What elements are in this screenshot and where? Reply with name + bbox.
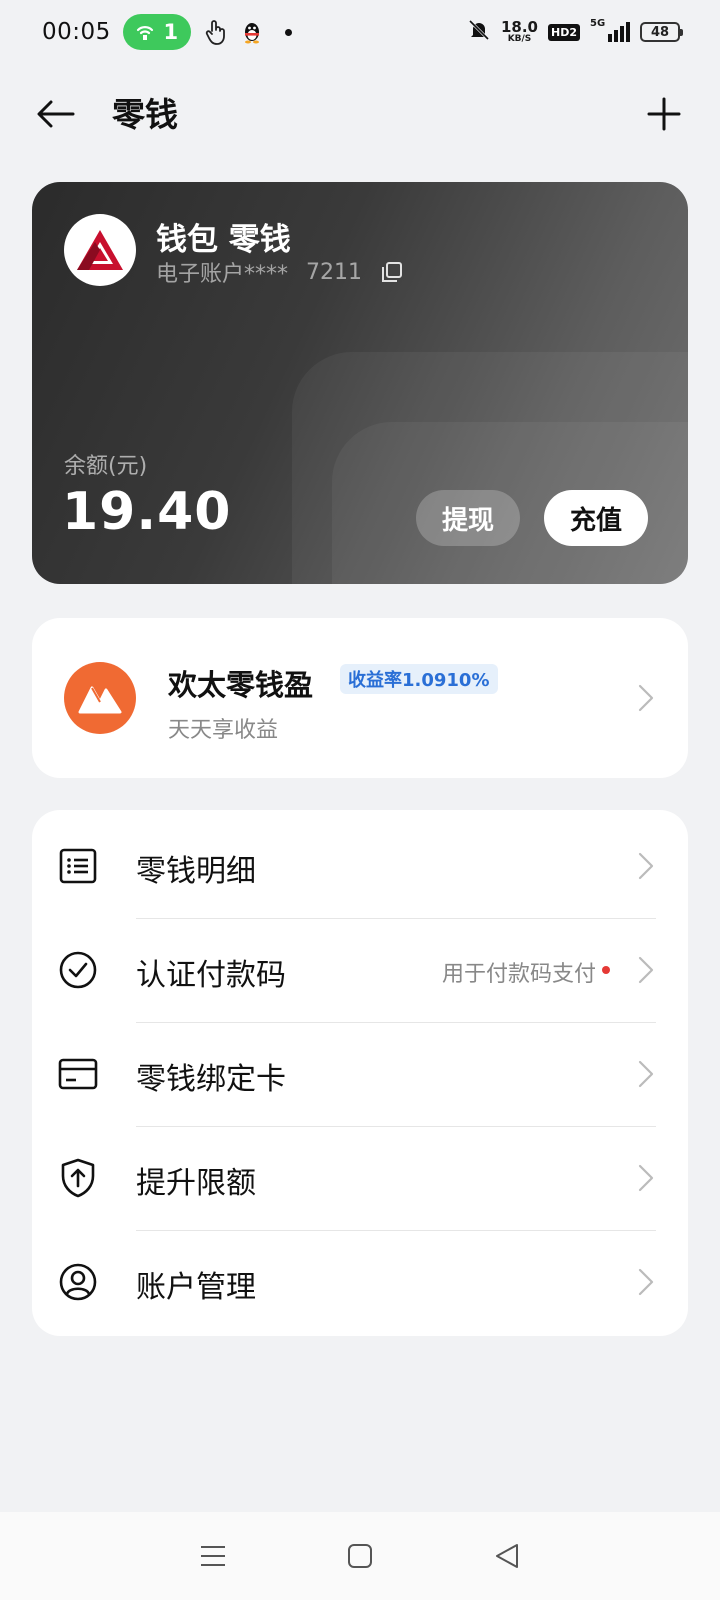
- menu-label: 账户管理: [136, 1270, 256, 1305]
- menu-label: 认证付款码: [136, 958, 286, 993]
- bank-logo: [64, 214, 136, 286]
- signal-icon: 5G: [590, 18, 630, 42]
- back-nav-button[interactable]: [477, 1526, 537, 1586]
- system-nav-bar: [0, 1512, 720, 1600]
- triangle-back-icon: [495, 1544, 518, 1568]
- chevron-right-icon: [636, 1162, 656, 1194]
- page-title: 零钱: [112, 95, 178, 134]
- check-circle-icon: [58, 950, 98, 990]
- menu-label: 提升限额: [136, 1166, 256, 1201]
- list-icon: [58, 846, 98, 886]
- hotspot-icon: [137, 26, 154, 40]
- balance-amount: 19.40: [62, 482, 232, 542]
- account-number: 电子账户**** 7211: [156, 256, 404, 288]
- touch-hand-icon: [205, 19, 227, 45]
- recharge-button[interactable]: 充值: [544, 490, 648, 546]
- yield-rate-badge: 收益率1.0910%: [340, 664, 498, 694]
- savings-subtitle: 天天享收益: [168, 718, 279, 743]
- mountain-logo-icon: [78, 686, 122, 714]
- menu-item-details[interactable]: 零钱明细: [32, 814, 688, 918]
- menu-item-account-management[interactable]: 账户管理: [32, 1230, 688, 1334]
- page-header: 零钱: [0, 72, 720, 156]
- hotspot-indicator: 1: [122, 14, 191, 50]
- user-circle-icon: [58, 1262, 98, 1302]
- battery-indicator: 48: [640, 22, 683, 42]
- savings-logo: [64, 662, 136, 734]
- card-icon: [58, 1054, 98, 1094]
- notification-dot: [284, 28, 292, 36]
- savings-product-card[interactable]: 欢太零钱盈 收益率1.0910% 天天享收益: [32, 618, 688, 778]
- savings-title: 欢太零钱盈: [168, 668, 314, 702]
- chevron-right-icon: [636, 850, 656, 882]
- plus-icon: [647, 97, 681, 131]
- menu-list: 零钱明细 认证付款码 用于付款码支付 零钱绑定卡 提升限额 账户管理: [32, 810, 688, 1336]
- square-icon: [347, 1544, 372, 1568]
- menu-lines-icon: [201, 1546, 226, 1566]
- balance-label: 余额(元): [64, 454, 148, 479]
- hd-badge: HD2: [548, 23, 580, 41]
- wallet-name: 钱包 零钱: [156, 222, 291, 258]
- menu-item-raise-limit[interactable]: 提升限额: [32, 1126, 688, 1230]
- copy-icon[interactable]: [380, 260, 404, 284]
- qq-penguin-icon: [241, 20, 263, 44]
- status-bar: 00:05 1 18.0 KB/S HD2 5G 48: [0, 0, 720, 64]
- bank-logo-icon: [77, 230, 123, 270]
- withdraw-button[interactable]: 提现: [416, 490, 520, 546]
- menu-label: 零钱明细: [136, 854, 256, 889]
- menu-label: 零钱绑定卡: [136, 1062, 286, 1097]
- recent-apps-button[interactable]: [183, 1526, 243, 1586]
- status-time: 00:05: [42, 19, 111, 45]
- chevron-right-icon: [636, 1266, 656, 1298]
- add-button[interactable]: [642, 92, 686, 136]
- hotspot-count: 1: [163, 20, 179, 44]
- back-button[interactable]: [34, 92, 78, 136]
- balance-card: 钱包 零钱 电子账户**** 7211 余额(元) 19.40 提现 充值: [32, 182, 688, 584]
- network-speed: 18.0 KB/S: [500, 18, 538, 44]
- mute-bell-icon: [467, 18, 491, 46]
- menu-hint: 用于付款码支付: [441, 962, 596, 987]
- menu-item-bound-card[interactable]: 零钱绑定卡: [32, 1022, 688, 1126]
- chevron-right-icon: [636, 954, 656, 986]
- red-dot-badge: [602, 966, 610, 974]
- arrow-left-icon: [37, 100, 75, 128]
- shield-up-icon: [58, 1158, 98, 1198]
- chevron-right-icon: [636, 1058, 656, 1090]
- chevron-right-icon: [636, 682, 656, 714]
- account-suffix: 7211: [306, 259, 363, 285]
- account-label: 电子账户****: [156, 262, 289, 287]
- home-button[interactable]: [330, 1526, 390, 1586]
- menu-item-payment-code[interactable]: 认证付款码 用于付款码支付: [32, 918, 688, 1022]
